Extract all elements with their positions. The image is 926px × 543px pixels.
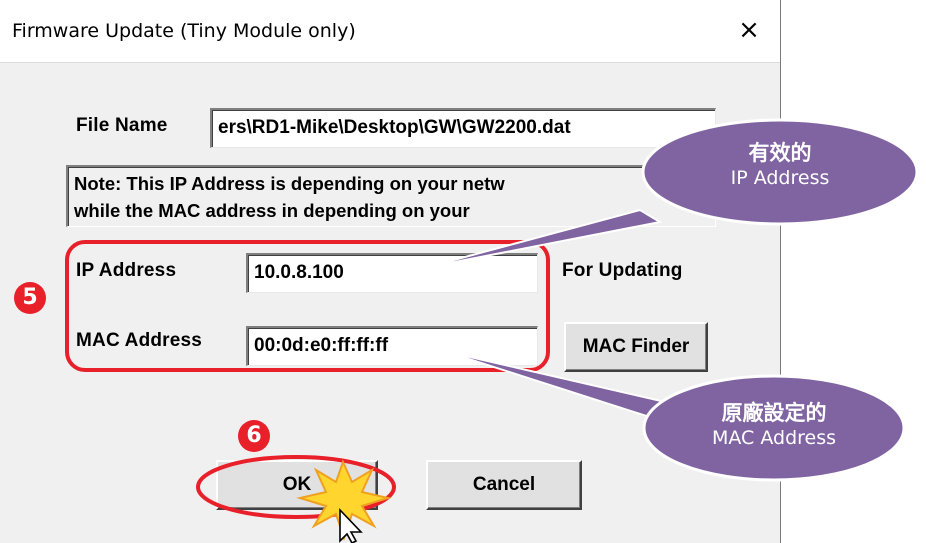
- annotation-overlay: [65, 118, 919, 543]
- callout-ip-zh: 有效的: [748, 141, 812, 165]
- callout-mac-en: MAC Address: [711, 427, 837, 449]
- callout-ip-en: IP Address: [730, 167, 830, 189]
- ip-mac-highlight-box: [65, 240, 550, 372]
- step-6-badge: 6: [238, 420, 270, 452]
- callout-mac-text: 原廠設定的 MAC Address: [654, 400, 894, 450]
- callout-mac-zh: 原廠設定的: [721, 401, 827, 425]
- step-5-badge: 5: [14, 282, 46, 314]
- callout-ip-text: 有效的 IP Address: [660, 140, 900, 190]
- callout-ip-pointer: [423, 208, 663, 269]
